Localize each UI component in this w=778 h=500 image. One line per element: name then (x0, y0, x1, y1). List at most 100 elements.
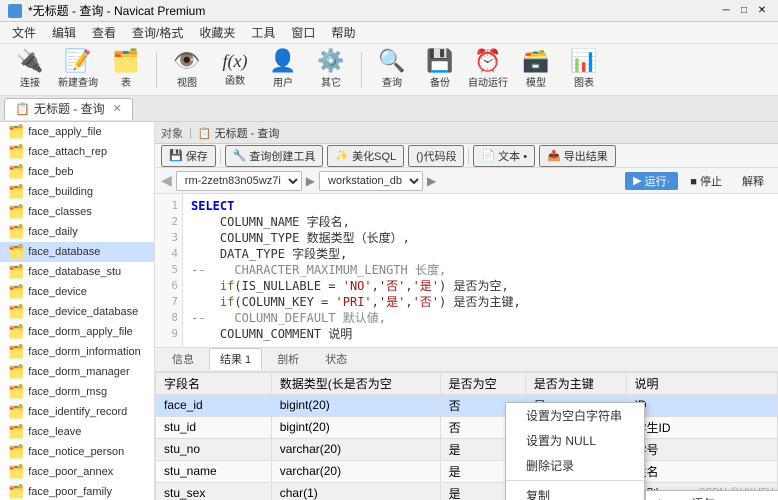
text-label: 文本 • (498, 148, 527, 164)
sidebar-item-face_daily[interactable]: 🗂️face_daily (0, 222, 154, 242)
query-builder-button[interactable]: 🔧 查询创建工具 (225, 145, 324, 167)
function-icon: f(x) (223, 52, 248, 70)
minimize-button[interactable]: ─ (718, 3, 734, 19)
line-number-8: 8 (155, 310, 182, 326)
code-snippet-button[interactable]: ()代码段 (408, 145, 464, 167)
results-tab-result1[interactable]: 结果 1 (209, 348, 262, 370)
ctx-delete-record[interactable]: 删除记录 (506, 453, 644, 478)
backup-button[interactable]: 💾 备份 (418, 48, 462, 92)
text-button[interactable]: 📄 文本 • (473, 145, 535, 167)
sidebar-item-label: face_notice_person (28, 446, 124, 458)
save-button[interactable]: 💾 保存 (161, 145, 216, 167)
query-tab-close-icon[interactable]: ✕ (113, 102, 122, 115)
sidebar-item-face_dorm_manager[interactable]: 🗂️face_dorm_manager (0, 362, 154, 382)
header-sep-1 (220, 148, 221, 164)
results-tabs: 信息 结果 1 剖析 状态 (155, 348, 778, 372)
sidebar-item-face_device_database[interactable]: 🗂️face_device_database (0, 302, 154, 322)
backup-icon: 💾 (426, 50, 453, 72)
explain-button[interactable]: 解释 (734, 172, 772, 190)
menu-item-查询/格式[interactable]: 查询/格式 (124, 22, 191, 43)
sidebar-item-face_dorm_information[interactable]: 🗂️face_dorm_information (0, 342, 154, 362)
table-icon: 🗂️ (8, 224, 24, 240)
table-icon: 🗂️ (8, 324, 24, 340)
sql-content[interactable]: SELECT COLUMN_NAME 字段名, COLUMN_TYPE 数据类型… (183, 194, 778, 347)
table-icon: 🗂️ (8, 184, 24, 200)
menu-item-编辑[interactable]: 编辑 (44, 22, 84, 43)
autorun-label: 自动运行 (468, 74, 508, 89)
sub-context-menu: Insert 语句 Update 语句 制表符分隔值（数据） 制表符分隔值（字段… (645, 490, 778, 500)
sidebar-item-face_attach_rep[interactable]: 🗂️face_attach_rep (0, 142, 154, 162)
database-select[interactable]: workstation_db (319, 171, 423, 191)
app-icon (8, 4, 22, 18)
run-button[interactable]: ▶ 运行· (625, 172, 678, 190)
sidebar-item-face_dorm_apply_file[interactable]: 🗂️face_dorm_apply_file (0, 322, 154, 342)
export-result-label: 导出结果 (564, 148, 608, 164)
chart-button[interactable]: 📊 图表 (562, 48, 606, 92)
sidebar-item-face_beb[interactable]: 🗂️face_beb (0, 162, 154, 182)
cell-comment: 姓名 (626, 460, 777, 482)
table-row[interactable]: face_idbigint(20)否是ID (156, 394, 778, 416)
sidebar-item-face_dorm_msg[interactable]: 🗂️face_dorm_msg (0, 382, 154, 402)
menu-item-窗口[interactable]: 窗口 (283, 22, 323, 43)
connection-select[interactable]: rm-2zetn83n05wz7i (176, 171, 302, 191)
cell-name: stu_id (156, 416, 272, 438)
chart-label: 图表 (574, 74, 594, 89)
ctx-copy[interactable]: 复制 (506, 483, 644, 500)
sidebar-item-face_classes[interactable]: 🗂️face_classes (0, 202, 154, 222)
table-row[interactable]: stu_novarchar(20)是否学号 (156, 438, 778, 460)
beautify-button[interactable]: ✨ 美化SQL (327, 145, 404, 167)
query-tab[interactable]: 📋 无标题 - 查询 ✕ (4, 98, 133, 120)
sql-line-9: COLUMN_COMMENT 说明 (191, 326, 770, 342)
sidebar-item-face_poor_annex[interactable]: 🗂️face_poor_annex (0, 462, 154, 482)
menu-item-工具[interactable]: 工具 (243, 22, 283, 43)
sidebar-item-face_database[interactable]: 🗂️face_database (0, 242, 154, 262)
sub-insert-statement[interactable]: Insert 语句 (646, 491, 778, 500)
table-button[interactable]: 🗂️ 表 (104, 48, 148, 92)
sidebar-item-face_identify_record[interactable]: 🗂️face_identify_record (0, 402, 154, 422)
sidebar-item-face_device[interactable]: 🗂️face_device (0, 282, 154, 302)
table-icon: 🗂️ (8, 484, 24, 500)
query-button[interactable]: 🔍 查询 (370, 48, 414, 92)
function-button[interactable]: f(x) 函数 (213, 48, 257, 92)
sql-line-7: if(COLUMN_KEY = 'PRI','是','否') 是否为主键, (191, 294, 770, 310)
new-query-button[interactable]: 📝 新建查询 (56, 48, 100, 92)
model-button[interactable]: 🗃️ 模型 (514, 48, 558, 92)
query-tab-indicator: 📋 无标题 - 查询 (198, 125, 280, 141)
results-tab-info[interactable]: 信息 (161, 348, 205, 370)
other-icon: ⚙️ (317, 50, 344, 72)
sidebar-item-face_notice_person[interactable]: 🗂️face_notice_person (0, 442, 154, 462)
view-button[interactable]: 👁️ 视图 (165, 48, 209, 92)
connect-button[interactable]: 🔌 连接 (8, 48, 52, 92)
other-button[interactable]: ⚙️ 其它 (309, 48, 353, 92)
sql-editor[interactable]: 123456789 SELECT COLUMN_NAME 字段名, COLUMN… (155, 194, 778, 348)
table-row[interactable]: stu_namevarchar(20)是否姓名 (156, 460, 778, 482)
sql-line-2: COLUMN_NAME 字段名, (191, 214, 770, 230)
maximize-button[interactable]: □ (736, 3, 752, 19)
results-tab-status[interactable]: 状态 (314, 348, 358, 370)
ctx-set-null-char[interactable]: 设置为空白字符串 (506, 403, 644, 428)
close-button[interactable]: ✕ (754, 3, 770, 19)
sidebar-item-face_database_stu[interactable]: 🗂️face_database_stu (0, 262, 154, 282)
stop-button[interactable]: ■ 停止 (682, 172, 730, 190)
sidebar-item-face_apply_file[interactable]: 🗂️face_apply_file (0, 122, 154, 142)
sidebar-item-face_leave[interactable]: 🗂️face_leave (0, 422, 154, 442)
run-icon: ▶ (633, 174, 641, 187)
user-icon: 👤 (269, 50, 296, 72)
menu-item-文件[interactable]: 文件 (4, 22, 44, 43)
results-tab-profile[interactable]: 剖析 (266, 348, 310, 370)
autorun-button[interactable]: ⏰ 自动运行 (466, 48, 510, 92)
table-icon: 🗂️ (8, 464, 24, 480)
sidebar-item-face_poor_family[interactable]: 🗂️face_poor_family (0, 482, 154, 500)
menu-item-收藏夹[interactable]: 收藏夹 (191, 22, 243, 43)
query-builder-label: 查询创建工具 (249, 148, 315, 164)
export-result-button[interactable]: 📤 导出结果 (539, 145, 616, 167)
menu-item-帮助[interactable]: 帮助 (323, 22, 363, 43)
menu-item-查看[interactable]: 查看 (84, 22, 124, 43)
main-layout: 🗂️face_apply_file🗂️face_attach_rep🗂️face… (0, 122, 778, 500)
sidebar-item-face_building[interactable]: 🗂️face_building (0, 182, 154, 202)
backup-label: 备份 (430, 74, 450, 89)
save-label: 保存 (186, 148, 208, 164)
ctx-set-null[interactable]: 设置为 NULL (506, 428, 644, 453)
table-row[interactable]: stu_idbigint(20)否否学生ID (156, 416, 778, 438)
user-button[interactable]: 👤 用户 (261, 48, 305, 92)
